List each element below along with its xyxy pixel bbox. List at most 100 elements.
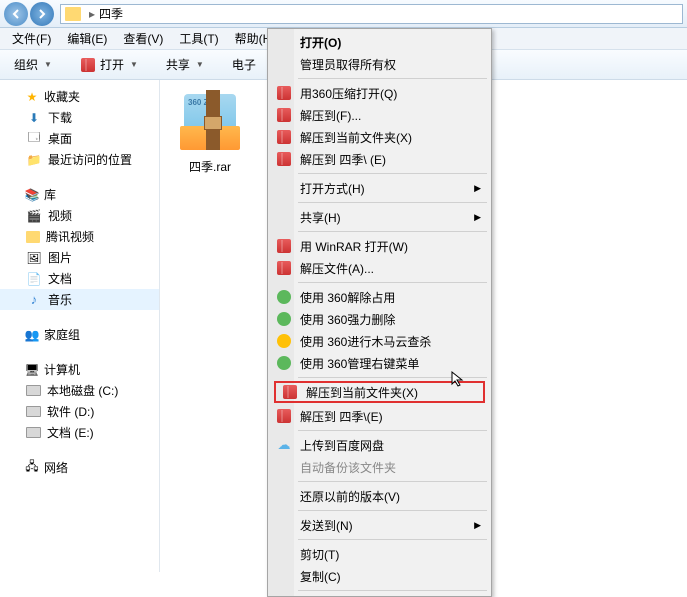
share-button[interactable]: 共享▼ bbox=[158, 53, 212, 76]
context-menu-item-label: 解压到当前文件夹(X) bbox=[300, 129, 412, 146]
open-icon bbox=[80, 57, 96, 73]
context-menu-item-label: 解压到当前文件夹(X) bbox=[306, 384, 418, 401]
archive-icon bbox=[276, 85, 292, 101]
sidebar-item-label: 图片 bbox=[48, 249, 72, 266]
context-menu-item-label: 还原以前的版本(V) bbox=[300, 488, 400, 505]
context-menu-item[interactable]: 解压到 四季\ (E) bbox=[270, 148, 489, 170]
sidebar-network: 🖧网络 bbox=[0, 457, 159, 478]
chevron-down-icon: ▼ bbox=[196, 60, 204, 69]
email-button[interactable]: 电子 bbox=[224, 53, 264, 76]
360-scan-icon bbox=[276, 333, 292, 349]
file-name: 四季.rar bbox=[170, 158, 250, 175]
sidebar-computer-header[interactable]: 🖥计算机 bbox=[0, 359, 159, 380]
sidebar-item-pictures[interactable]: 🖼 图片 bbox=[0, 247, 159, 268]
context-menu-item-label: 上传到百度网盘 bbox=[300, 437, 384, 454]
sidebar-item-videos[interactable]: 🎬视频 bbox=[0, 205, 159, 226]
context-menu-separator bbox=[298, 282, 487, 283]
sidebar: ★收藏夹 ⬇下载 🗔桌面 📁最近访问的位置 📚库 🎬视频 腾讯视频 🖼 图片 📄文… bbox=[0, 80, 160, 572]
breadcrumb[interactable]: ▸ 四季 bbox=[60, 4, 683, 24]
archive-icon bbox=[282, 384, 298, 400]
360-icon bbox=[276, 355, 292, 371]
context-menu-item[interactable]: 打开方式(H)▶ bbox=[270, 177, 489, 199]
context-menu-item[interactable]: 还原以前的版本(V) bbox=[270, 485, 489, 507]
path-segment[interactable]: 四季 bbox=[99, 5, 123, 22]
context-menu-item[interactable]: 使用 360解除占用 bbox=[270, 286, 489, 308]
organize-label: 组织 bbox=[14, 56, 38, 73]
menu-tools[interactable]: 工具(T) bbox=[171, 28, 226, 49]
sidebar-network-header[interactable]: 🖧网络 bbox=[0, 457, 159, 478]
nav-forward-button[interactable] bbox=[30, 2, 54, 26]
email-label: 电子 bbox=[232, 56, 256, 73]
context-menu-item[interactable]: 用360压缩打开(Q) bbox=[270, 82, 489, 104]
context-menu: 打开(O) 管理员取得所有权用360压缩打开(Q) 解压到(F)... 解压到当前文件… bbox=[267, 28, 492, 597]
cloud-icon: ☁ bbox=[276, 437, 292, 453]
sidebar-item-drive-c[interactable]: 本地磁盘 (C:) bbox=[0, 380, 159, 401]
context-menu-item-label: 使用 360进行木马云查杀 bbox=[300, 333, 431, 350]
homegroup-icon: 👥 bbox=[24, 327, 40, 343]
sidebar-item-downloads[interactable]: ⬇下载 bbox=[0, 107, 159, 128]
sidebar-item-label: 软件 (D:) bbox=[47, 403, 94, 420]
sidebar-item-drive-e[interactable]: 文档 (E:) bbox=[0, 422, 159, 443]
context-menu-item-label: 解压到 四季\ (E) bbox=[300, 151, 386, 168]
menu-edit[interactable]: 编辑(E) bbox=[59, 28, 115, 49]
sidebar-item-tencent[interactable]: 腾讯视频 bbox=[0, 226, 159, 247]
context-menu-item[interactable]: 管理员取得所有权 bbox=[270, 53, 489, 75]
sidebar-libraries: 📚库 🎬视频 腾讯视频 🖼 图片 📄文档 ♪音乐 bbox=[0, 184, 159, 310]
context-menu-separator bbox=[298, 78, 487, 79]
context-menu-item[interactable]: 解压到(F)... bbox=[270, 104, 489, 126]
recent-icon: 📁 bbox=[26, 152, 42, 168]
archive-icon bbox=[276, 151, 292, 167]
context-menu-item[interactable]: 解压文件(A)... bbox=[270, 257, 489, 279]
context-menu-item-label: 打开(O) bbox=[300, 34, 341, 51]
context-menu-item[interactable]: 解压到当前文件夹(X) bbox=[270, 126, 489, 148]
sidebar-item-drive-d[interactable]: 软件 (D:) bbox=[0, 401, 159, 422]
context-menu-item[interactable]: 使用 360进行木马云查杀 bbox=[270, 330, 489, 352]
nav-back-button[interactable] bbox=[4, 2, 28, 26]
sidebar-item-music[interactable]: ♪音乐 bbox=[0, 289, 159, 310]
sidebar-item-label: 文档 (E:) bbox=[47, 424, 94, 441]
context-menu-separator bbox=[298, 481, 487, 482]
context-menu-item[interactable]: 解压到当前文件夹(X) bbox=[274, 381, 485, 403]
desktop-icon: 🗔 bbox=[26, 131, 42, 147]
context-menu-separator bbox=[298, 377, 487, 378]
pictures-icon: 🖼 bbox=[26, 250, 42, 266]
file-item[interactable]: 360 ZIP 四季.rar bbox=[170, 90, 250, 175]
organize-button[interactable]: 组织 ▼ bbox=[6, 53, 60, 76]
context-menu-item[interactable]: 解压到 四季\(E) bbox=[270, 405, 489, 427]
sidebar-homegroup-header[interactable]: 👥家庭组 bbox=[0, 324, 159, 345]
sidebar-computer: 🖥计算机 本地磁盘 (C:) 软件 (D:) 文档 (E:) bbox=[0, 359, 159, 443]
context-menu-item-label: 解压到 四季\(E) bbox=[300, 408, 383, 425]
context-menu-item[interactable]: 使用 360管理右键菜单 bbox=[270, 352, 489, 374]
context-menu-item-label: 发送到(N) bbox=[300, 517, 353, 534]
context-menu-item[interactable]: 复制(C) bbox=[270, 565, 489, 587]
sidebar-item-documents[interactable]: 📄文档 bbox=[0, 268, 159, 289]
music-icon: ♪ bbox=[26, 292, 42, 308]
context-menu-item[interactable]: 共享(H)▶ bbox=[270, 206, 489, 228]
context-menu-item[interactable]: 打开(O) bbox=[270, 31, 489, 53]
menu-file[interactable]: 文件(F) bbox=[4, 28, 59, 49]
context-menu-item[interactable]: 用 WinRAR 打开(W) bbox=[270, 235, 489, 257]
context-menu-item-label: 使用 360强力删除 bbox=[300, 311, 395, 328]
sidebar-network-label: 网络 bbox=[44, 459, 68, 476]
context-menu-item[interactable]: 使用 360强力删除 bbox=[270, 308, 489, 330]
archive-icon bbox=[276, 238, 292, 254]
open-button[interactable]: 打开▼ bbox=[72, 53, 146, 76]
menu-view[interactable]: 查看(V) bbox=[115, 28, 171, 49]
context-menu-item-label: 剪切(T) bbox=[300, 546, 339, 563]
context-menu-item[interactable]: 剪切(T) bbox=[270, 543, 489, 565]
sidebar-libraries-header[interactable]: 📚库 bbox=[0, 184, 159, 205]
chevron-down-icon: ▼ bbox=[44, 60, 52, 69]
context-menu-item[interactable]: 发送到(N)▶ bbox=[270, 514, 489, 536]
sidebar-item-recent[interactable]: 📁最近访问的位置 bbox=[0, 149, 159, 170]
archive-icon bbox=[276, 107, 292, 123]
archive-icon bbox=[276, 260, 292, 276]
sidebar-favorites-header[interactable]: ★收藏夹 bbox=[0, 86, 159, 107]
rar-archive-icon: 360 ZIP bbox=[178, 90, 242, 154]
library-icon: 📚 bbox=[24, 187, 40, 203]
sidebar-item-label: 本地磁盘 (C:) bbox=[47, 382, 118, 399]
sidebar-item-desktop[interactable]: 🗔桌面 bbox=[0, 128, 159, 149]
context-menu-item-label: 解压到(F)... bbox=[300, 107, 361, 124]
network-icon: 🖧 bbox=[24, 460, 40, 476]
context-menu-item[interactable]: ☁ 上传到百度网盘 bbox=[270, 434, 489, 456]
360-icon bbox=[276, 289, 292, 305]
